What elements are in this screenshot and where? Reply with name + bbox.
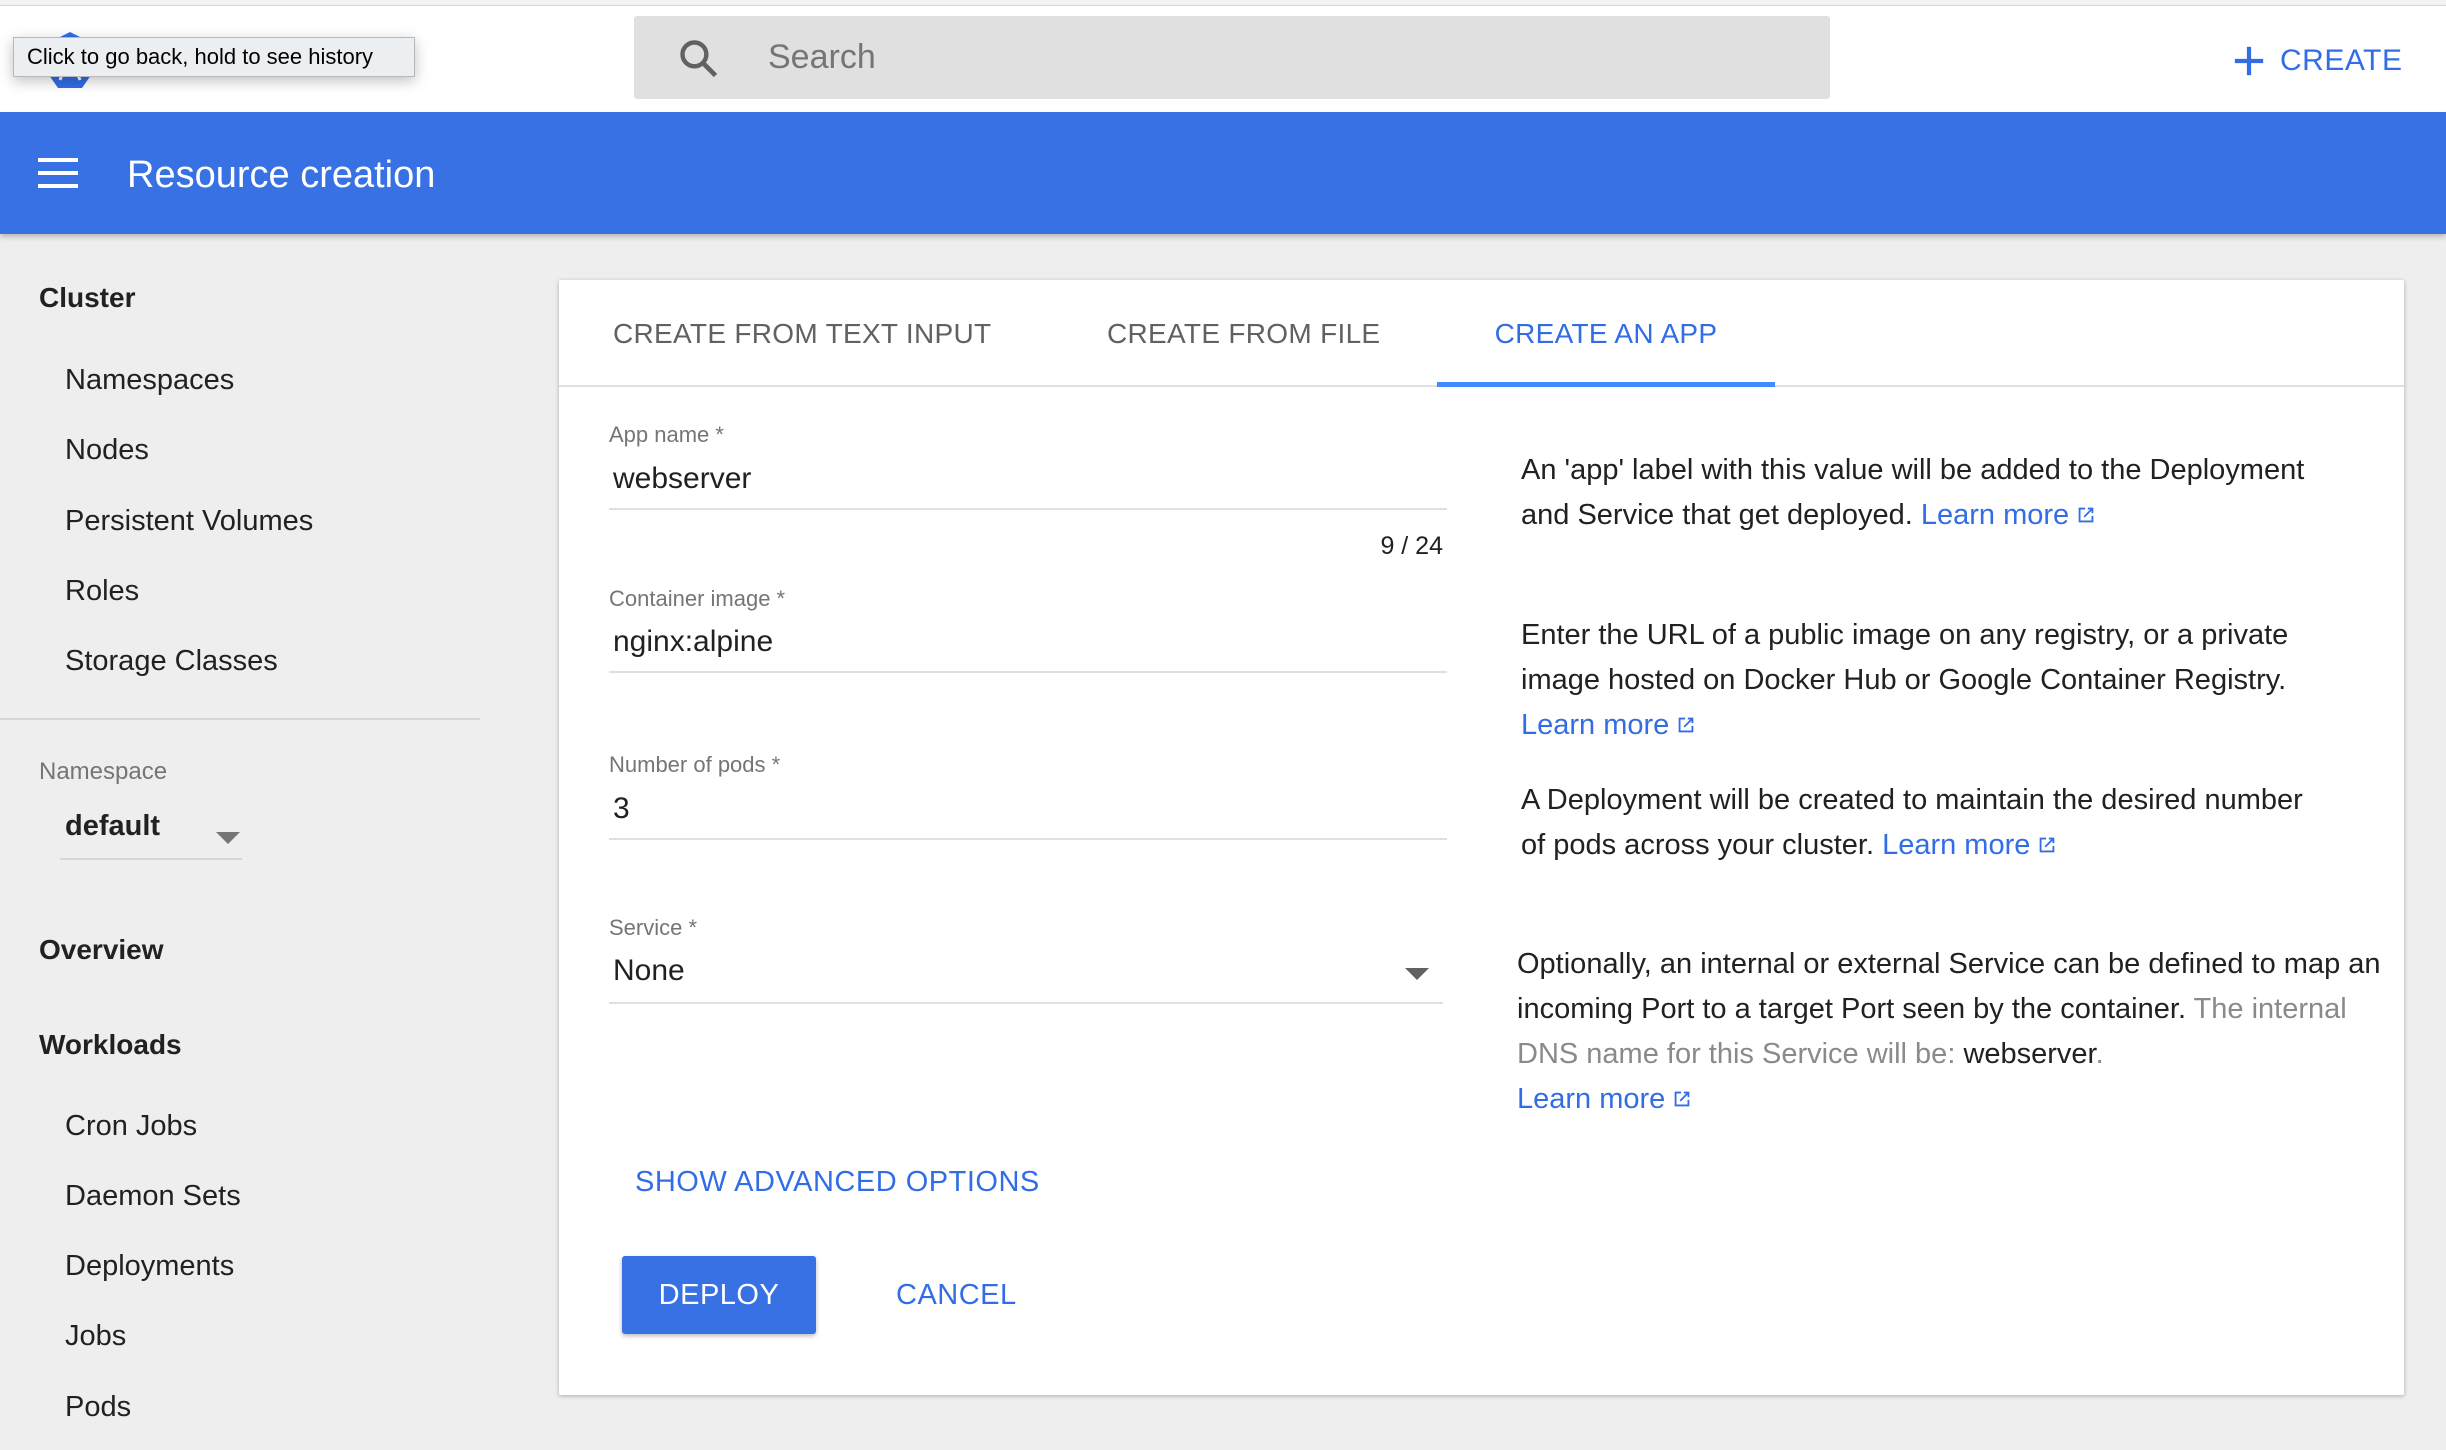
create-button-label: CREATE <box>2280 44 2403 77</box>
sidebar-item-pods[interactable]: Pods <box>65 1391 131 1424</box>
external-link-icon <box>2078 507 2094 523</box>
number-of-pods-help: A Deployment will be created to maintain… <box>1521 778 2311 868</box>
app-name-input[interactable] <box>609 450 1447 510</box>
sidebar-item-roles[interactable]: Roles <box>65 575 139 608</box>
app-name-help: An 'app' label with this value will be a… <box>1521 448 2351 538</box>
app-name-learn-more-link[interactable]: Learn more <box>1921 499 2097 531</box>
search-bar[interactable] <box>634 16 1830 99</box>
service-dns-suffix: . <box>2095 1038 2104 1070</box>
sidebar-heading-cluster[interactable]: Cluster <box>39 282 135 314</box>
number-of-pods-label: Number of pods * <box>609 752 781 777</box>
sidebar-heading-workloads[interactable]: Workloads <box>39 1029 182 1061</box>
container-image-label: Container image * <box>609 586 786 611</box>
plus-icon <box>2234 46 2264 76</box>
create-button[interactable]: CREATE <box>2232 32 2402 90</box>
service-learn-more-link[interactable]: Learn more <box>1517 1083 1693 1115</box>
app-bar: Resource creation <box>0 112 2446 234</box>
namespace-label: Namespace <box>39 758 168 785</box>
learn-more-label: Learn more <box>1521 709 1670 741</box>
sidebar-item-cron-jobs[interactable]: Cron Jobs <box>65 1110 197 1143</box>
external-link-icon <box>2040 837 2055 853</box>
service-dns-name: webserver <box>1963 1038 2096 1070</box>
sidebar-item-persistent-volumes[interactable]: Persistent Volumes <box>65 505 313 538</box>
sidebar-item-jobs[interactable]: Jobs <box>65 1320 126 1353</box>
app-name-char-counter: 9 / 24 <box>1380 532 1443 560</box>
learn-more-label: Learn more <box>1517 1083 1666 1115</box>
sidebar-divider <box>0 718 480 720</box>
number-of-pods-input[interactable] <box>609 780 1447 840</box>
page-title: Resource creation <box>127 154 436 196</box>
search-icon <box>680 40 718 78</box>
app-name-label: App name * <box>609 422 724 447</box>
external-link-icon <box>1674 1091 1690 1107</box>
service-label: Service * <box>609 915 698 940</box>
sidebar-item-daemon-sets[interactable]: Daemon Sets <box>65 1180 241 1213</box>
hamburger-menu-icon[interactable] <box>38 158 78 188</box>
container-image-help-text: Enter the URL of a public image on any r… <box>1521 619 2289 696</box>
deploy-button[interactable]: DEPLOY <box>622 1256 816 1334</box>
active-tab-indicator <box>1437 382 1775 387</box>
sidebar-item-namespaces[interactable]: Namespaces <box>65 364 234 397</box>
resource-creation-card: CREATE FROM TEXT INPUT CREATE FROM FILE … <box>559 280 2404 1395</box>
container-image-input[interactable] <box>609 613 1447 673</box>
learn-more-label: Learn more <box>1882 829 2031 861</box>
show-advanced-options-button[interactable]: SHOW ADVANCED OPTIONS <box>635 1166 1040 1199</box>
dropdown-caret-icon <box>1405 968 1429 980</box>
service-select[interactable]: None <box>609 940 1443 1004</box>
namespace-selected-value: default <box>65 810 161 842</box>
sidebar: Cluster Namespaces Nodes Persistent Volu… <box>0 234 480 1450</box>
search-input[interactable] <box>768 16 1768 99</box>
service-help: Optionally, an internal or external Serv… <box>1517 942 2387 1122</box>
container-image-learn-more-link[interactable]: Learn more <box>1521 709 1697 741</box>
external-link-icon <box>1678 717 1694 733</box>
app-name-help-text: An 'app' label with this value will be a… <box>1521 454 2305 531</box>
dropdown-caret-icon <box>216 832 240 844</box>
sidebar-item-nodes[interactable]: Nodes <box>65 434 149 467</box>
tab-create-from-file[interactable]: CREATE FROM FILE <box>1107 280 1380 387</box>
tab-create-an-app[interactable]: CREATE AN APP <box>1437 280 1775 387</box>
sidebar-item-deployments[interactable]: Deployments <box>65 1250 234 1283</box>
learn-more-label: Learn more <box>1920 499 2070 531</box>
tab-bar: CREATE FROM TEXT INPUT CREATE FROM FILE … <box>559 280 2404 387</box>
cancel-button[interactable]: CANCEL <box>896 1256 1017 1334</box>
tab-create-from-text-input[interactable]: CREATE FROM TEXT INPUT <box>613 280 991 387</box>
sidebar-item-storage-classes[interactable]: Storage Classes <box>65 645 278 678</box>
service-selected-value: None <box>613 954 685 987</box>
number-of-pods-learn-more-link[interactable]: Learn more <box>1882 829 2058 861</box>
container-image-help: Enter the URL of a public image on any r… <box>1521 613 2371 748</box>
back-button-tooltip: Click to go back, hold to see history <box>13 37 415 77</box>
namespace-select[interactable]: default <box>60 806 242 860</box>
sidebar-heading-overview[interactable]: Overview <box>39 934 164 966</box>
